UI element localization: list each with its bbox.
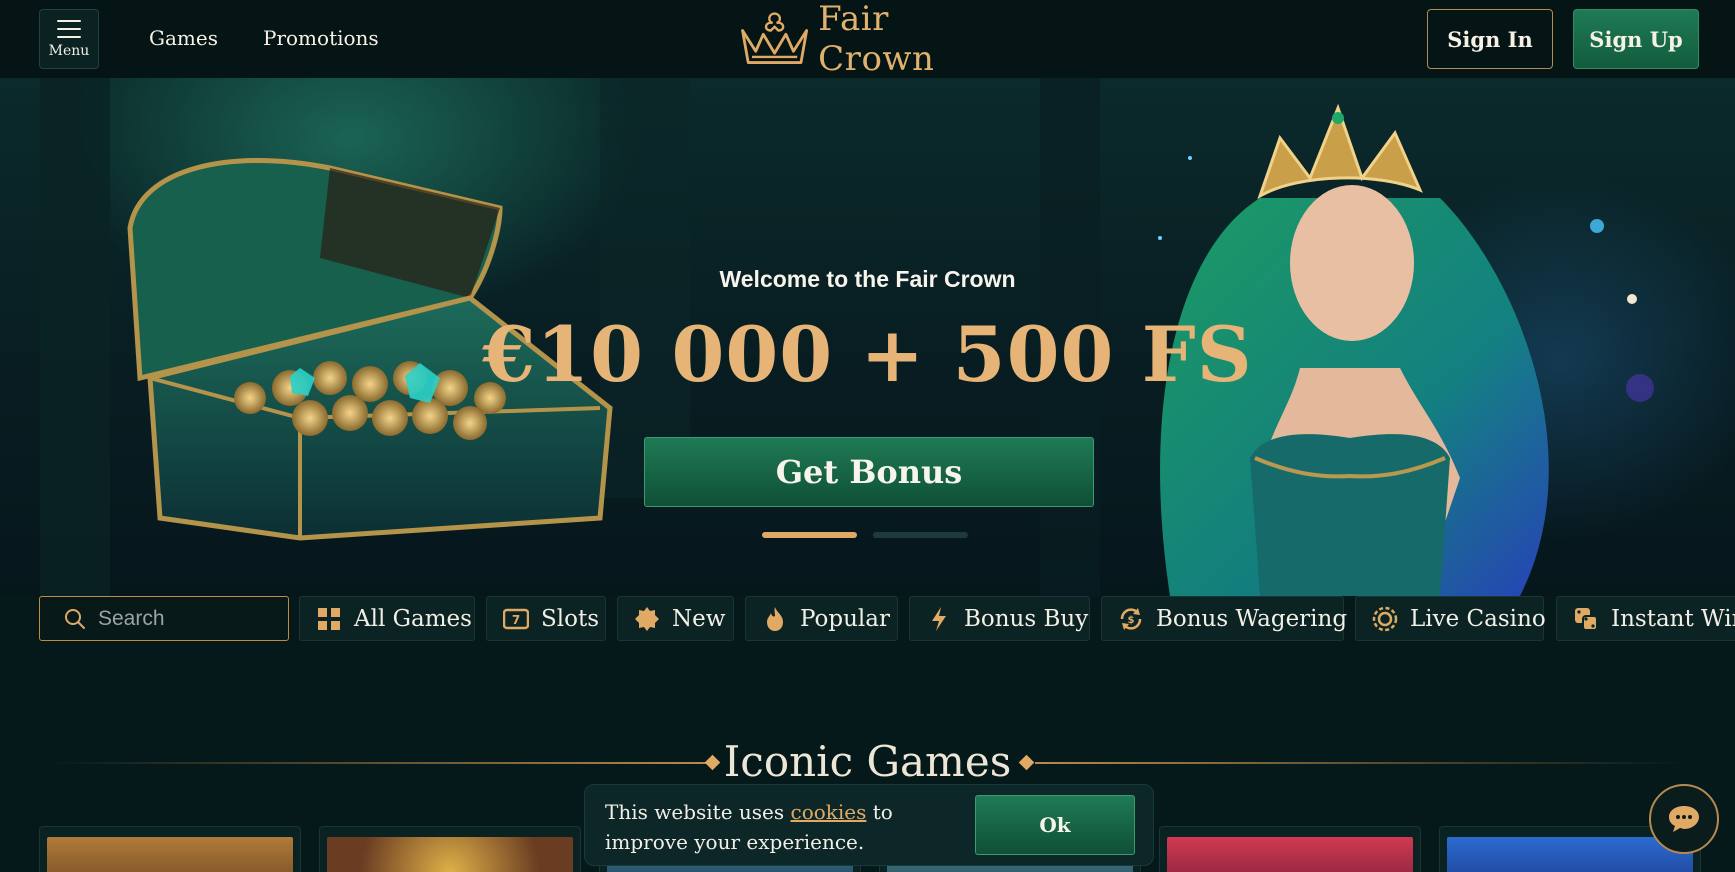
nav-games-link[interactable]: Games (149, 26, 218, 50)
section-divider-right (1035, 762, 1683, 764)
grid-icon (316, 606, 342, 632)
coin-exchange-icon: $ (1118, 606, 1144, 632)
category-slots[interactable]: 7 Slots (486, 596, 606, 641)
chat-button[interactable] (1649, 784, 1719, 854)
search-icon (65, 608, 85, 629)
category-bonus-wagering[interactable]: $ Bonus Wagering (1101, 596, 1348, 641)
crown-logo-icon (741, 12, 809, 64)
brand-name: Fair Crown (818, 0, 935, 79)
nav-promotions-link[interactable]: Promotions (263, 26, 379, 50)
category-new[interactable]: New (617, 596, 734, 641)
casino-chip-icon (1372, 606, 1398, 632)
category-all-games[interactable]: All Games (299, 596, 475, 641)
cookies-link[interactable]: cookies (791, 800, 867, 824)
cookie-ok-button[interactable]: Ok (975, 795, 1135, 855)
sign-in-button[interactable]: Sign In (1427, 9, 1553, 69)
brand-logo[interactable]: Fair Crown (735, 0, 1005, 79)
get-bonus-button[interactable]: Get Bonus (644, 437, 1094, 507)
site-header: Menu Games Promotions Fair Crown Sign In… (0, 0, 1735, 79)
game-filter-bar: Search All Games 7 Slots New Popular Bon… (0, 596, 1735, 646)
category-label: Bonus Wagering (1156, 605, 1348, 632)
game-card[interactable] (319, 826, 581, 872)
menu-label: Menu (48, 42, 90, 59)
hero-welcome-text: Welcome to the Fair Crown (719, 266, 1016, 292)
category-bonus-buy[interactable]: Bonus Buy (909, 596, 1090, 641)
lightning-icon (926, 606, 952, 632)
category-label: Slots (541, 605, 600, 632)
slot-777-icon: 7 (503, 606, 529, 632)
category-live-casino[interactable]: Live Casino (1355, 596, 1546, 641)
category-label: Live Casino (1410, 605, 1546, 632)
game-thumbnail (1167, 837, 1413, 872)
category-label: Bonus Buy (964, 605, 1089, 632)
cookie-text-before: This website uses (605, 800, 791, 824)
category-label: Instant Win (1611, 605, 1735, 632)
new-badge-icon (634, 606, 660, 632)
cookie-banner: This website uses cookies to improve you… (584, 784, 1154, 866)
hamburger-icon (57, 19, 81, 38)
game-thumbnail (47, 837, 293, 872)
category-label: Popular (800, 605, 890, 632)
svg-text:$: $ (1128, 615, 1135, 626)
cookie-message: This website uses cookies to improve you… (605, 797, 945, 857)
dice-icon (1573, 606, 1599, 632)
category-label: New (672, 605, 726, 632)
carousel-dot-1[interactable] (762, 532, 857, 538)
menu-button[interactable]: Menu (39, 9, 99, 69)
category-popular[interactable]: Popular (745, 596, 898, 641)
game-card[interactable] (1159, 826, 1421, 872)
svg-text:7: 7 (512, 613, 520, 627)
hero-banner[interactable]: Welcome to the Fair Crown €10 000 + 500 … (0, 78, 1735, 596)
search-input[interactable]: Search (39, 596, 289, 641)
game-card[interactable] (39, 826, 301, 872)
game-thumbnail (1447, 837, 1693, 872)
category-instant-win[interactable]: Instant Win (1556, 596, 1735, 641)
category-label: All Games (354, 605, 472, 632)
search-placeholder: Search (98, 606, 165, 630)
sign-up-button[interactable]: Sign Up (1573, 9, 1699, 69)
chat-bubble-icon (1669, 806, 1699, 832)
carousel-dot-2[interactable] (873, 532, 968, 538)
flame-icon (762, 606, 788, 632)
hero-offer-text: €10 000 + 500 FS (482, 310, 1253, 399)
game-thumbnail (327, 837, 573, 872)
